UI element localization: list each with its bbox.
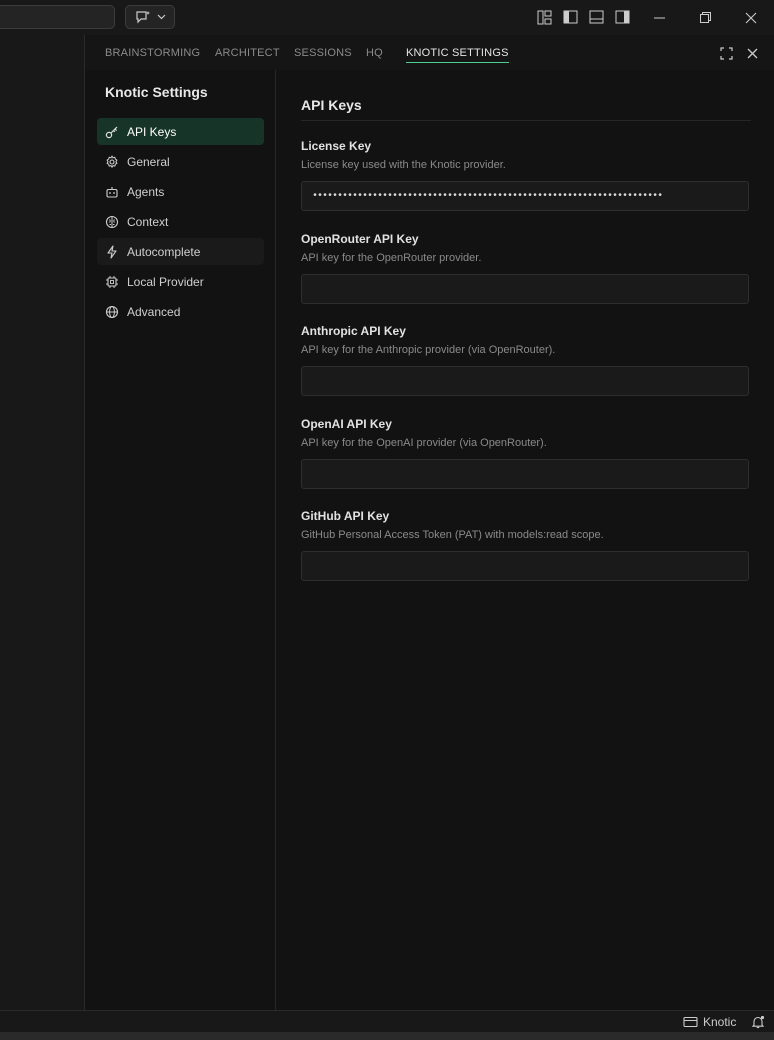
minimize-icon (653, 17, 665, 18)
title-bar (0, 0, 774, 35)
anthropic-api-key-input[interactable] (301, 366, 749, 396)
tab-bar: BRAINSTORMING ARCHITECT SESSIONS HQ KNOT… (85, 35, 774, 70)
key-icon (105, 126, 118, 138)
sidebar-item-label: General (127, 154, 170, 169)
toggle-secondary-sidebar-icon[interactable] (613, 8, 631, 26)
license-key-field: License Key License key used with the Kn… (301, 139, 749, 211)
openrouter-api-key-input[interactable] (301, 274, 749, 304)
license-key-input[interactable] (301, 181, 749, 211)
close-icon (745, 12, 757, 23)
field-description: GitHub Personal Access Token (PAT) with … (301, 529, 604, 541)
github-api-key-input[interactable] (301, 551, 749, 581)
tab-brainstorming[interactable]: BRAINSTORMING (105, 47, 200, 59)
layout-customize-icon[interactable] (535, 8, 553, 26)
sidebar-item-agents[interactable]: Agents (97, 178, 264, 205)
settings-sidebar: Knotic Settings API Keys General Agents … (85, 70, 276, 1010)
tab-sessions[interactable]: SESSIONS (294, 47, 352, 59)
anthropic-api-key-field: Anthropic API Key API key for the Anthro… (301, 324, 749, 396)
tab-knotic-settings[interactable]: KNOTIC SETTINGS (406, 47, 509, 63)
field-description: API key for the OpenRouter provider. (301, 252, 482, 264)
section-divider (301, 120, 751, 121)
sidebar-item-label: Agents (127, 184, 165, 199)
status-provider-label: Knotic (703, 1015, 737, 1029)
sidebar-item-label: Autocomplete (127, 244, 201, 259)
editor-area: BRAINSTORMING ARCHITECT SESSIONS HQ KNOT… (85, 35, 774, 1010)
sidebar-item-api-keys[interactable]: API Keys (97, 118, 264, 145)
field-label: GitHub API Key (301, 509, 390, 523)
lightning-icon (107, 244, 117, 259)
knotic-status-item[interactable]: Knotic (683, 1015, 736, 1029)
maximize-panel-button[interactable] (718, 45, 734, 61)
sidebar-item-label: Context (127, 214, 169, 229)
openrouter-api-key-field: OpenRouter API Key API key for the OpenR… (301, 232, 749, 304)
openai-api-key-field: OpenAI API Key API key for the OpenAI pr… (301, 417, 749, 489)
command-center-search[interactable] (0, 5, 115, 29)
globe-icon (105, 305, 119, 318)
sidebar-item-label: API Keys (127, 124, 177, 139)
restore-icon (699, 12, 711, 23)
field-label: Anthropic API Key (301, 324, 406, 338)
card-icon (683, 1016, 698, 1028)
openai-api-key-input[interactable] (301, 459, 749, 489)
sidebar-item-label: Advanced (127, 304, 181, 319)
field-label: License Key (301, 139, 372, 153)
toggle-primary-sidebar-icon[interactable] (561, 8, 579, 26)
section-title: API Keys (301, 97, 362, 113)
chat-menu-button[interactable] (125, 5, 175, 29)
sidebar-item-context[interactable]: Context (97, 208, 264, 235)
field-label: OpenAI API Key (301, 417, 392, 431)
gear-icon (106, 154, 118, 168)
chevron-down-icon (157, 14, 165, 20)
bell-icon (751, 1015, 765, 1029)
field-description: API key for the OpenAI provider (via Ope… (301, 437, 547, 449)
minimize-button[interactable] (636, 0, 682, 35)
field-description: API key for the Anthropic provider (via … (301, 344, 556, 356)
close-icon (747, 48, 757, 58)
sidebar-item-autocomplete[interactable]: Autocomplete (97, 238, 264, 265)
chat-sparkle-icon (135, 11, 150, 24)
tab-architect[interactable]: ARCHITECT (215, 47, 280, 59)
restore-button[interactable] (682, 0, 728, 35)
settings-title: Knotic Settings (105, 84, 208, 100)
notifications-button[interactable] (751, 1015, 765, 1029)
sidebar-item-local-provider[interactable]: Local Provider (97, 268, 264, 295)
field-description: License key used with the Knotic provide… (301, 159, 506, 171)
field-label: OpenRouter API Key (301, 232, 419, 246)
maximize-icon (719, 46, 733, 60)
github-api-key-field: GitHub API Key GitHub Personal Access To… (301, 509, 749, 581)
chip-icon (106, 275, 118, 288)
toggle-panel-icon[interactable] (587, 8, 605, 26)
taskbar-edge (0, 1032, 774, 1040)
status-bar: Knotic (0, 1010, 774, 1032)
tab-hq[interactable]: HQ (366, 47, 383, 59)
sidebar-item-general[interactable]: General (97, 148, 264, 175)
close-panel-button[interactable] (744, 45, 760, 61)
robot-icon (106, 186, 118, 198)
sidebar-item-label: Local Provider (127, 274, 204, 289)
window-close-button[interactable] (728, 0, 774, 35)
side-bar-strip (0, 35, 85, 1010)
sidebar-item-advanced[interactable]: Advanced (97, 298, 264, 325)
brain-icon (105, 215, 119, 228)
